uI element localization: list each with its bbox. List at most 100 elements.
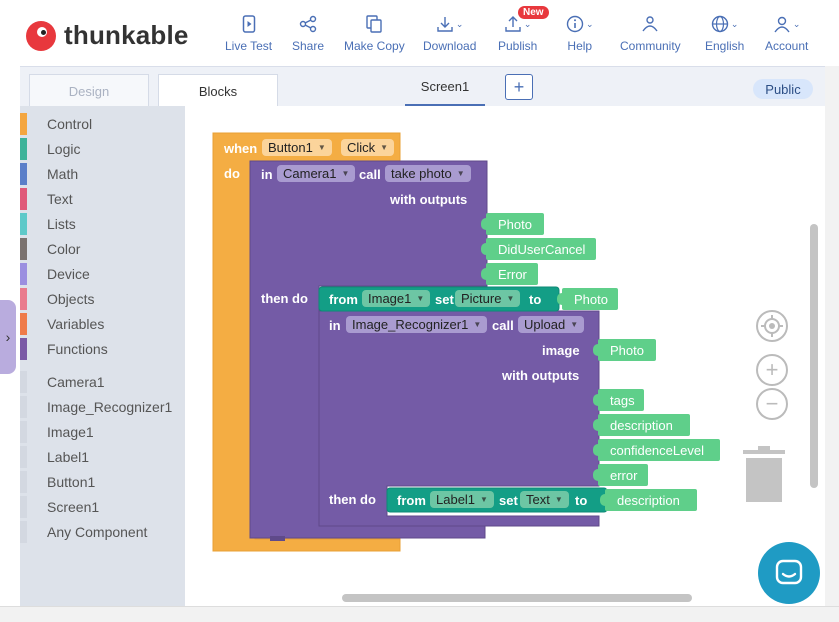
set-label-value-description[interactable]: description [600, 489, 697, 511]
download-button[interactable]: ⌄ Download [423, 14, 476, 53]
set-image-value-photo[interactable]: Photo [557, 288, 618, 310]
camera-component-dropdown[interactable]: Camera1 ▼ [277, 165, 356, 182]
camera-component-value: Camera1 [283, 166, 337, 181]
account-button[interactable]: ⌄ Account [765, 14, 808, 53]
share-button[interactable]: Share [292, 14, 324, 53]
toolbox-component-label: Camera1 [47, 374, 105, 390]
help-label: Help [567, 39, 593, 53]
chevron-down-icon: ⌄ [523, 18, 532, 29]
page-scrollbar-track[interactable] [825, 66, 839, 606]
recognizer-with-outputs-label: with outputs [502, 368, 580, 383]
toolbox-category-label: Objects [47, 291, 95, 307]
add-screen-button[interactable]: + [505, 74, 533, 100]
toolbox-category-lists[interactable]: Lists [20, 213, 185, 235]
chevron-right-icon: › [5, 329, 11, 345]
toolbox-component-item[interactable]: Button1 [20, 471, 185, 493]
toolbox-category-math[interactable]: Math [20, 163, 185, 185]
tab-screen1[interactable]: Screen1 [405, 79, 485, 94]
block-notch [270, 536, 285, 541]
zoom-in-button[interactable]: + [756, 354, 788, 386]
workspace-horizontal-scrollbar[interactable] [342, 594, 692, 602]
dropdown-arrow-icon: ▼ [416, 294, 425, 303]
recognizer-component-value: Image_Recognizer1 [352, 317, 469, 332]
expand-panel-button[interactable]: › [0, 300, 16, 374]
camera-output-diduser-cancel[interactable]: DidUserCancel [481, 238, 596, 260]
blocks-workspace[interactable]: when Button1 ▼ Click ▼ do in Camera1 ▼ call… [185, 106, 824, 606]
toolbox-category-label: Lists [47, 216, 76, 232]
recenter-button[interactable] [756, 310, 788, 342]
category-color-swatch [20, 213, 27, 235]
community-button[interactable]: Community [620, 14, 681, 53]
chevron-down-icon: ⌄ [586, 18, 594, 29]
thunkable-logo[interactable]: thunkable [26, 20, 189, 51]
toolbox-category-text[interactable]: Text [20, 188, 185, 210]
workspace-vertical-scrollbar[interactable] [810, 224, 818, 488]
top-bar: thunkable Live Test Share Make Copy ⌄ Do… [0, 0, 839, 66]
public-badge[interactable]: Public [753, 79, 813, 99]
toolbox-component-item[interactable]: Camera1 [20, 371, 185, 393]
language-selector[interactable]: ⌄ English [705, 14, 744, 53]
toolbox-component-label: Any Component [47, 524, 148, 540]
toolbox-component-label: Image_Recognizer1 [47, 399, 173, 415]
set-label-property-value: Text [526, 492, 550, 507]
trash-icon[interactable] [743, 446, 785, 502]
tab-blocks[interactable]: Blocks [158, 74, 278, 107]
set-image-property-dropdown[interactable]: Picture ▼ [455, 290, 521, 307]
recognizer-output-description[interactable]: description [593, 414, 690, 436]
crosshair-icon [761, 315, 783, 337]
live-test-button[interactable]: Live Test [225, 14, 272, 53]
toolbox-category-label: Math [47, 166, 79, 182]
camera-method-dropdown[interactable]: take photo ▼ [385, 165, 471, 182]
recognizer-output-confidence-level[interactable]: confidenceLevel [593, 439, 720, 461]
set-image-component-dropdown[interactable]: Image1 ▼ [362, 290, 431, 307]
community-icon [640, 14, 660, 34]
camera-method-value: take photo [391, 166, 452, 181]
publish-button[interactable]: New ⌄ Publish [498, 6, 549, 53]
dropdown-arrow-icon: ▼ [317, 143, 326, 152]
toolbox-category-functions[interactable]: Functions [20, 338, 185, 360]
toolbox-component-item[interactable]: Image1 [20, 421, 185, 443]
toolbox-component-label: Button1 [47, 474, 96, 490]
zoom-out-button[interactable]: − [756, 388, 788, 420]
set-label-component-dropdown[interactable]: Label1 ▼ [430, 491, 494, 508]
copy-icon [366, 14, 383, 34]
user-icon: ⌄ [773, 14, 800, 34]
help-button[interactable]: ⌄ Help [566, 14, 594, 53]
recognizer-output-tags[interactable]: tags [593, 389, 644, 411]
toolbox-category-device[interactable]: Device [20, 263, 185, 285]
toolbox-category-control[interactable]: Control [20, 113, 185, 135]
toolbox-category-label: Color [47, 241, 81, 257]
event-type-dropdown[interactable]: Click ▼ [341, 139, 395, 156]
make-copy-button[interactable]: Make Copy [344, 14, 405, 53]
plus-icon: + [765, 357, 779, 382]
set-label-property-dropdown[interactable]: Text ▼ [520, 491, 569, 508]
chevron-down-icon: ⌄ [730, 18, 739, 29]
tab-design[interactable]: Design [29, 74, 149, 107]
toolbox-component-label: Label1 [47, 449, 90, 465]
dropdown-arrow-icon: ▼ [341, 169, 350, 178]
component-swatch [20, 496, 27, 518]
live-test-label: Live Test [225, 39, 273, 53]
recognizer-output-error[interactable]: error [593, 464, 648, 486]
toolbox-category-color[interactable]: Color [20, 238, 185, 260]
toolbox-category-logic[interactable]: Logic [20, 138, 185, 160]
event-component-dropdown[interactable]: Button1 ▼ [262, 139, 332, 156]
recognizer-component-dropdown[interactable]: Image_Recognizer1 ▼ [346, 316, 488, 333]
toolbox-category-label: Text [47, 191, 73, 207]
toolbox-category-objects[interactable]: Objects [20, 288, 185, 310]
category-color-swatch [20, 113, 27, 135]
page-horizontal-scrollbar-track[interactable] [0, 606, 839, 622]
camera-output-photo[interactable]: Photo [481, 213, 544, 235]
recognizer-then-do-keyword: then do [329, 492, 376, 507]
component-swatch [20, 421, 27, 443]
toolbox-component-item[interactable]: Any Component [20, 521, 185, 543]
recognizer-method-dropdown[interactable]: Upload ▼ [518, 316, 585, 333]
brand-name: thunkable [64, 20, 189, 50]
recognizer-image-value-photo[interactable]: Photo [593, 339, 656, 361]
toolbox-component-item[interactable]: Image_Recognizer1 [20, 396, 185, 418]
camera-output-error[interactable]: Error [481, 263, 538, 285]
toolbox-component-item[interactable]: Label1 [20, 446, 185, 468]
toolbox-category-variables[interactable]: Variables [20, 313, 185, 335]
toolbox-component-item[interactable]: Screen1 [20, 496, 185, 518]
chat-support-button[interactable] [758, 542, 820, 604]
